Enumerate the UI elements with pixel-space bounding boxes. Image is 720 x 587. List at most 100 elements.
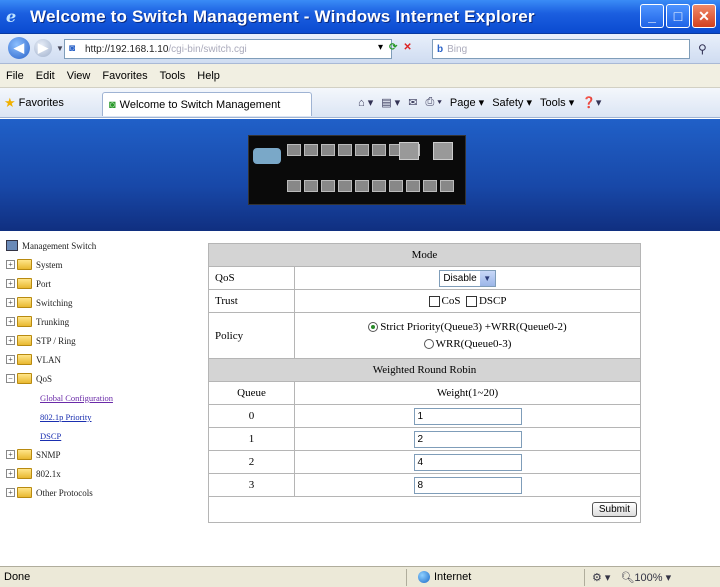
policy-wrr-radio[interactable] — [423, 338, 434, 349]
url-path-text: /cgi-bin/switch.cgi — [168, 43, 247, 55]
menu-edit[interactable]: Edit — [36, 70, 55, 82]
page-menu[interactable]: Page ▾ — [450, 96, 484, 109]
status-text: Done — [4, 571, 31, 583]
chevron-down-icon[interactable]: ▼ — [479, 270, 495, 286]
feeds-icon[interactable]: ▤ ▾ — [381, 96, 400, 109]
qos-mode-value: Disable — [443, 272, 477, 284]
page-icon: ◙ — [69, 43, 76, 54]
security-zone[interactable]: Internet — [418, 571, 471, 583]
tree-item-8021x[interactable]: + 802.1x — [6, 464, 202, 483]
maximize-button[interactable]: □ — [666, 4, 690, 28]
back-button[interactable]: ◀ — [8, 37, 30, 59]
browser-tab[interactable]: ◙ Welcome to Switch Management — [102, 92, 312, 116]
url-dropdown-icon[interactable]: ▾ — [378, 42, 383, 53]
policy-wrr-label: WRR(Queue0-3) — [435, 337, 512, 350]
history-dropdown-icon[interactable]: ▼ — [56, 44, 64, 53]
expand-icon[interactable]: + — [6, 488, 15, 497]
tree-item-8021p-priority[interactable]: 802.1p Priority — [6, 407, 202, 426]
qos-config-table: Mode QoS Disable ▼ Trust CoS DSCP Policy… — [208, 243, 641, 523]
search-input[interactable]: b Bing — [432, 39, 690, 59]
dscp-link[interactable]: DSCP — [40, 431, 61, 441]
weight-input-queue-2[interactable]: 4 — [413, 453, 522, 471]
folder-icon — [17, 316, 32, 327]
tree-item-stp-ring[interactable]: + STP / Ring — [6, 331, 202, 350]
queue-number: 1 — [208, 427, 295, 451]
expand-icon[interactable]: + — [6, 469, 15, 478]
tree-item-dscp[interactable]: DSCP — [6, 426, 202, 445]
menu-file[interactable]: File — [6, 70, 24, 82]
favorites-bar: ★ Favorites ◙ Welcome to Switch Manageme… — [0, 88, 720, 118]
refresh-icon[interactable]: ⟳ — [389, 42, 397, 53]
tree-item-vlan[interactable]: + VLAN — [6, 350, 202, 369]
safety-menu[interactable]: Safety ▾ — [492, 96, 532, 109]
minimize-button[interactable]: _ — [640, 4, 664, 28]
tree-item-port[interactable]: + Port — [6, 274, 202, 293]
forward-button[interactable]: ▶ — [34, 39, 52, 57]
stop-icon[interactable]: ✕ — [403, 42, 411, 53]
qos-mode-select[interactable]: Disable ▼ — [439, 269, 496, 287]
policy-strict-priority-radio[interactable] — [368, 321, 379, 332]
zoom-level: 100% — [634, 571, 663, 584]
tree-root[interactable]: Management Switch — [6, 236, 202, 255]
tree-item-label: Trunking — [36, 316, 70, 327]
tree-item-label: VLAN — [36, 354, 61, 365]
command-bar: ⌂ ▾ ▤ ▾ ✉ ⎙ ▾ Page ▾ Safety ▾ Tools ▾ ❓▾ — [358, 96, 601, 109]
ie-logo-icon: e — [6, 6, 17, 26]
switch-icon — [6, 240, 18, 251]
uplink-port-1 — [399, 142, 419, 160]
home-icon[interactable]: ⌂ ▾ — [358, 96, 373, 109]
tree-item-snmp[interactable]: + SNMP — [6, 445, 202, 464]
search-icon[interactable]: ⚲ — [698, 42, 707, 56]
trust-cos-checkbox[interactable] — [428, 295, 440, 307]
menu-help[interactable]: Help — [197, 70, 220, 82]
collapse-icon[interactable]: − — [6, 374, 15, 383]
favorites-button[interactable]: ★ Favorites — [4, 95, 64, 111]
protected-mode-icon[interactable]: ⚙ ▾ — [592, 571, 610, 584]
menu-tools[interactable]: Tools — [160, 70, 186, 82]
global-configuration-link[interactable]: Global Configuration — [40, 393, 113, 403]
policy-strict-priority-label: Strict Priority(Queue3) +WRR(Queue0-2) — [380, 320, 567, 333]
close-button[interactable]: ✕ — [692, 4, 716, 28]
mode-header: Mode — [208, 243, 641, 267]
globe-icon — [418, 571, 430, 583]
zoom-control[interactable]: 🔍︎100% ▾ — [620, 571, 671, 584]
tree-item-qos[interactable]: − QoS — [6, 369, 202, 388]
folder-icon — [17, 335, 32, 346]
queue-number: 3 — [208, 473, 295, 497]
trust-dscp-checkbox[interactable] — [465, 295, 477, 307]
tree-item-other-protocols[interactable]: + Other Protocols — [6, 483, 202, 502]
weight-input-queue-1[interactable]: 2 — [413, 430, 522, 448]
address-bar: ◀ ▶ ▼ ◙ http://192.168.1.10/cgi-bin/swit… — [0, 34, 720, 64]
8021p-priority-link[interactable]: 802.1p Priority — [40, 412, 91, 422]
expand-icon[interactable]: + — [6, 450, 15, 459]
tree-item-switching[interactable]: + Switching — [6, 293, 202, 312]
expand-icon[interactable]: + — [6, 355, 15, 364]
expand-icon[interactable]: + — [6, 336, 15, 345]
tools-menu[interactable]: Tools ▾ — [540, 96, 574, 109]
submit-button[interactable]: Submit — [591, 502, 637, 517]
nav-tree: Management Switch + System + Port + Swit… — [6, 236, 202, 502]
menu-view[interactable]: View — [67, 70, 91, 82]
mail-icon[interactable]: ✉ — [408, 96, 417, 109]
expand-icon[interactable]: + — [6, 260, 15, 269]
tree-item-global-configuration[interactable]: Global Configuration — [6, 388, 202, 407]
expand-icon[interactable]: + — [6, 298, 15, 307]
folder-icon — [17, 297, 32, 308]
url-input[interactable]: ◙ http://192.168.1.10/cgi-bin/switch.cgi — [64, 39, 392, 59]
tree-item-system[interactable]: + System — [6, 255, 202, 274]
print-icon[interactable]: ⎙ ▾ — [425, 96, 441, 109]
weight-input-queue-0[interactable]: 1 — [413, 407, 522, 425]
expand-icon[interactable]: + — [6, 279, 15, 288]
folder-open-icon — [17, 373, 32, 384]
policy-label: Policy — [208, 312, 295, 359]
menu-bar: File Edit View Favorites Tools Help — [0, 64, 720, 88]
folder-icon — [17, 449, 32, 460]
weight-input-queue-3[interactable]: 8 — [413, 476, 522, 494]
switch-banner — [0, 119, 720, 231]
tree-item-trunking[interactable]: + Trunking — [6, 312, 202, 331]
menu-favorites[interactable]: Favorites — [102, 70, 147, 82]
folder-icon — [17, 468, 32, 479]
expand-icon[interactable]: + — [6, 317, 15, 326]
help-icon[interactable]: ❓▾ — [582, 96, 601, 109]
switch-device-image — [248, 135, 466, 205]
